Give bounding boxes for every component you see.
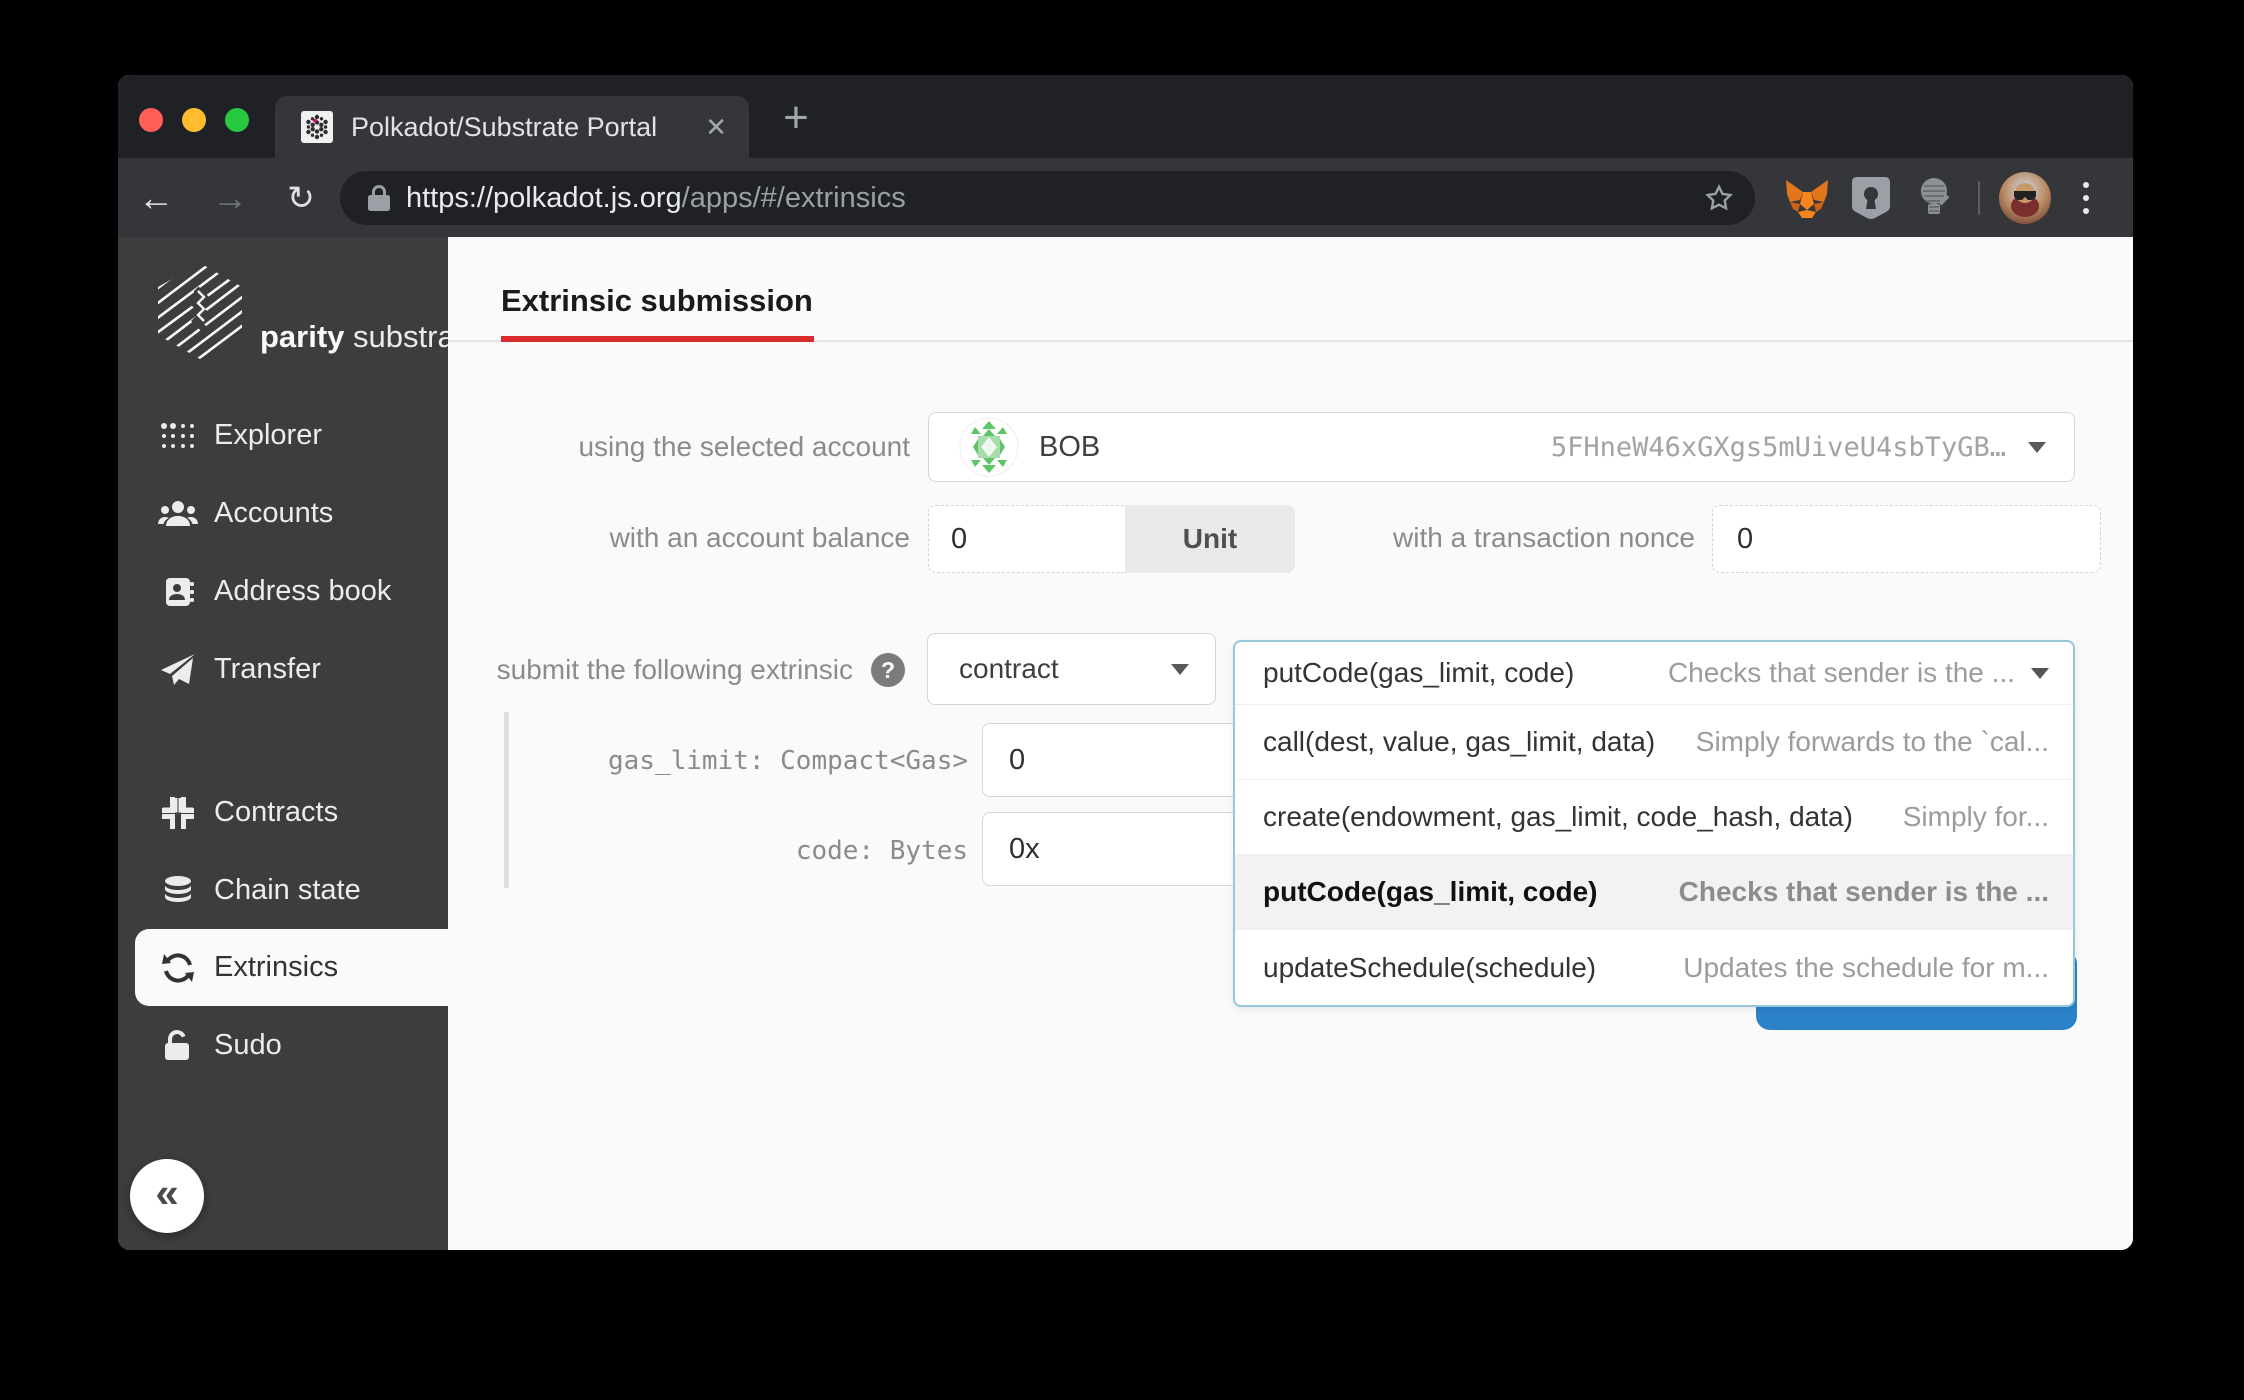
window-controls: [139, 108, 249, 132]
profile-avatar[interactable]: [1999, 172, 2051, 224]
sidebar-item-label: Transfer: [214, 653, 321, 685]
sidebar-item-label: Chain state: [214, 874, 361, 906]
password-manager-extension-icon[interactable]: [1845, 172, 1897, 224]
unlock-icon: [158, 1029, 198, 1062]
users-icon: [158, 500, 198, 528]
url-path: /apps/#/extrinsics: [681, 181, 906, 214]
balance-label: with an account balance: [609, 522, 910, 553]
sidebar-item-sudo[interactable]: Sudo: [118, 1007, 448, 1084]
nonce-value: 0: [1737, 522, 1754, 555]
sidebar-item-label: Accounts: [214, 497, 334, 529]
account-label: using the selected account: [578, 431, 910, 462]
main-content: Extrinsic submission using the selected …: [448, 237, 2133, 1250]
new-tab-button[interactable]: +: [771, 93, 821, 143]
param-code-value: 0x: [1009, 832, 1040, 865]
sidebar-collapse-button[interactable]: «: [130, 1159, 204, 1233]
method-option-updateschedule[interactable]: updateSchedule(schedule) Updates the sch…: [1235, 930, 2073, 1005]
account-select[interactable]: BOB 5FHneW46xGXgs5mUiveU4sbTyGB…: [928, 412, 2075, 482]
sidebar-item-label: Extrinsics: [214, 951, 339, 983]
selected-method-summary: Checks that sender is the ...: [1667, 657, 2015, 688]
method-option-putcode[interactable]: putCode(gas_limit, code) Checks that sen…: [1235, 855, 2073, 930]
tab-strip: Polkadot/Substrate Portal ✕ +: [118, 75, 2133, 158]
chevron-down-icon: [2028, 441, 2046, 453]
sidebar-item-explorer[interactable]: Explorer: [118, 397, 448, 474]
balance-input[interactable]: 0: [928, 505, 1126, 573]
polkadot-favicon-icon: [301, 111, 333, 143]
address-book-icon: [158, 576, 198, 608]
compress-icon: [158, 796, 198, 829]
sidebar-item-contracts[interactable]: Contracts: [118, 774, 448, 851]
sidebar: parity substrate Explorer Accounts Addre…: [118, 237, 481, 1250]
tab-extrinsic-submission[interactable]: Extrinsic submission: [501, 283, 813, 319]
browser-menu-icon[interactable]: [2062, 172, 2110, 224]
sidebar-item-label: Address book: [214, 575, 392, 607]
method-option-call[interactable]: call(dest, value, gas_limit, data) Simpl…: [1235, 705, 2073, 780]
sidebar-item-chain-state[interactable]: Chain state: [118, 852, 448, 929]
minimize-window-button[interactable]: [182, 108, 206, 132]
active-tab-underline: [501, 336, 814, 342]
sidebar-item-address-book[interactable]: Address book: [118, 553, 448, 630]
sidebar-item-accounts[interactable]: Accounts: [118, 475, 448, 552]
param-gas-limit-value: 0: [1009, 743, 1026, 776]
browser-window: Polkadot/Substrate Portal ✕ + ← → ↻ http…: [118, 75, 2133, 1250]
sync-icon: [158, 952, 198, 984]
section-value: contract: [959, 653, 1059, 684]
parity-substrate-logo: parity substrate: [152, 261, 481, 361]
balance-value: 0: [951, 522, 968, 555]
zoom-window-button[interactable]: [225, 108, 249, 132]
browser-tab[interactable]: Polkadot/Substrate Portal ✕: [275, 96, 749, 158]
close-window-button[interactable]: [139, 108, 163, 132]
bookmark-star-icon[interactable]: [1703, 182, 1735, 214]
database-icon: [158, 875, 198, 907]
close-tab-icon[interactable]: ✕: [705, 112, 727, 143]
metamask-extension-icon[interactable]: [1781, 172, 1833, 224]
browser-toolbar: ← → ↻ https://polkadot.js.org/apps/#/ext…: [118, 158, 2133, 237]
lock-icon: [366, 183, 392, 213]
param-gas-limit-label: gas_limit: Compact<Gas>: [607, 746, 968, 776]
nonce-label: with a transaction nonce: [1393, 522, 1695, 553]
paper-plane-icon: [158, 653, 198, 686]
extrinsic-label: submit the following extrinsic: [496, 654, 853, 685]
back-icon[interactable]: ←: [128, 158, 184, 237]
url-host: https://polkadot.js.org: [406, 181, 682, 214]
sidebar-item-label: Contracts: [214, 796, 339, 828]
chevron-down-icon: [2031, 667, 2049, 679]
param-code-label: code: Bytes: [795, 836, 968, 866]
section-select[interactable]: contract: [927, 633, 1216, 705]
account-address: 5FHneW46xGXgs5mUiveU4sbTyGB…: [1550, 431, 2006, 463]
sidebar-item-transfer[interactable]: Transfer: [118, 631, 448, 708]
grid-dots-icon: [158, 422, 198, 450]
tab-title: Polkadot/Substrate Portal: [351, 111, 658, 142]
method-dropdown-header[interactable]: putCode(gas_limit, code) Checks that sen…: [1235, 642, 2073, 705]
url-bar[interactable]: https://polkadot.js.org/apps/#/extrinsic…: [340, 171, 1755, 225]
method-option-create[interactable]: create(endowment, gas_limit, code_hash, …: [1235, 780, 2073, 855]
account-name: BOB: [1039, 430, 1101, 463]
selected-method: putCode(gas_limit, code): [1263, 657, 1575, 688]
reload-icon[interactable]: ↻: [273, 158, 329, 237]
nonce-input[interactable]: 0: [1712, 505, 2101, 573]
toolbar-divider: [1978, 181, 1980, 215]
sidebar-item-label: Sudo: [214, 1029, 282, 1061]
help-icon[interactable]: ?: [871, 653, 905, 687]
lightbulb-extension-icon[interactable]: [1908, 172, 1960, 224]
method-dropdown[interactable]: putCode(gas_limit, code) Checks that sen…: [1233, 640, 2075, 1007]
url-text: https://polkadot.js.org/apps/#/extrinsic…: [406, 182, 906, 215]
sidebar-item-label: Explorer: [214, 419, 322, 451]
account-identicon: [959, 417, 1019, 477]
forward-icon[interactable]: →: [202, 158, 258, 237]
sidebar-item-extrinsics[interactable]: Extrinsics: [118, 929, 448, 1006]
chevron-down-icon: [1171, 663, 1189, 675]
